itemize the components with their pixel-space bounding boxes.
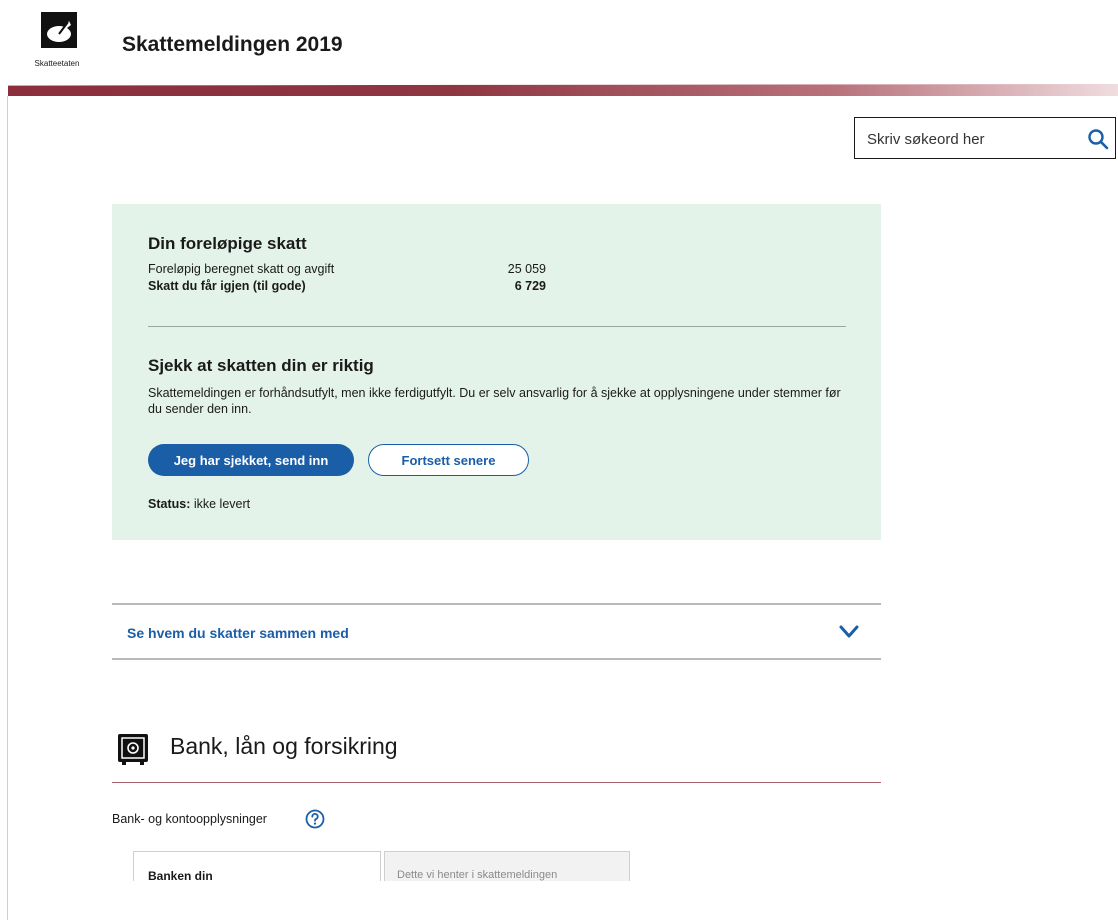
bank-info-card: Dette vi henter i skattemeldingen [384,851,630,881]
status-text: Status: ikke levert [148,497,250,511]
summary-row-label: Foreløpig beregnet skatt og avgift [148,262,335,276]
bank-card-title: Banken din [148,869,213,881]
search-input[interactable] [865,118,1079,160]
bank-info-text: Dette vi henter i skattemeldingen [397,869,558,881]
summary-row-value: 25 059 [507,262,546,276]
summary-divider [148,326,846,327]
app-header: Skatteetaten Skattemeldingen 2019 [0,0,1118,96]
accordion-label: Se hvem du skatter sammen med [127,625,349,641]
summary-row-label: Skatt du får igjen (til gode) [148,279,306,293]
continue-later-button[interactable]: Fortsett senere [368,444,529,476]
logo-icon [41,12,77,48]
submit-button[interactable]: Jeg har sjekket, send inn [148,444,354,476]
logo-text: Skatteetaten [34,59,80,68]
status-value: ikke levert [193,497,251,511]
page-title: Skattemeldingen 2019 [122,33,343,56]
bank-card[interactable]: Banken din [133,851,381,881]
section-divider [112,782,881,783]
check-title: Sjekk at skatten din er riktig [148,356,374,375]
help-icon[interactable] [305,809,325,829]
skatteetaten-logo[interactable]: Skatteetaten [27,12,87,84]
summary-row-value: 6 729 [514,279,546,293]
search-icon[interactable] [1087,128,1109,150]
chevron-down-icon [839,625,859,638]
summary-row: Skatt du får igjen (til gode) 6 729 [148,279,546,293]
left-border [7,96,8,920]
summary-title: Din foreløpige skatt [148,234,307,253]
safe-icon [118,734,148,765]
status-label: Status: [148,497,191,511]
tax-summary-panel: Din foreløpige skatt Foreløpig beregnet … [112,204,881,540]
bank-section-title: Bank, lån og forsikring [170,733,398,759]
summary-row: Foreløpig beregnet skatt og avgift 25 05… [148,262,546,276]
check-description: Skattemeldingen er forhåndsutfylt, men i… [148,386,841,416]
header-band [8,84,1118,96]
bank-field-label: Bank- og kontoopplysninger [112,812,267,826]
tax-together-accordion[interactable]: Se hvem du skatter sammen med [112,603,881,660]
search-box [854,117,1116,160]
